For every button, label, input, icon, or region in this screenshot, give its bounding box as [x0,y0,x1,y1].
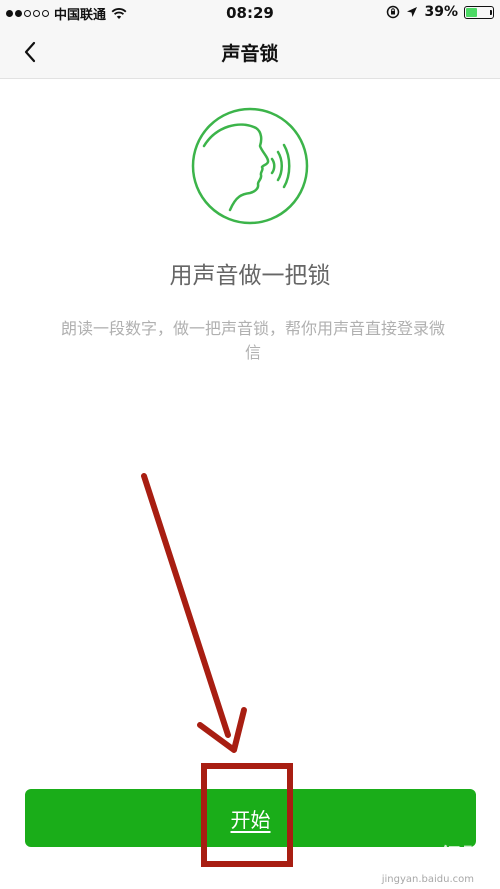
start-button[interactable]: 开始 [25,789,476,847]
headline: 用声音做一把锁 [169,263,331,289]
voice-lock-screen: 中国联通 08:29 39% 声音锁 用声音做一把锁 朗读一段数字，做一把声音锁… [0,0,500,889]
orientation-lock-icon [387,5,400,19]
start-button-label: 开始 [230,808,271,832]
status-bar: 中国联通 08:29 39% [0,0,500,26]
battery-percent: 39% [424,4,458,20]
voice-face-icon [191,107,309,225]
location-arrow-icon [407,7,418,17]
page-title: 声音锁 [221,43,279,65]
navigation-bar: 声音锁 [0,26,500,79]
watermark-url: jingyan.baidu.com [381,874,474,885]
description: 朗读一段数字，做一把声音锁，帮你用声音直接登录微信 [60,319,445,362]
battery-level-fill [466,7,477,17]
status-right: 39% [386,4,494,20]
battery-icon [464,5,494,19]
